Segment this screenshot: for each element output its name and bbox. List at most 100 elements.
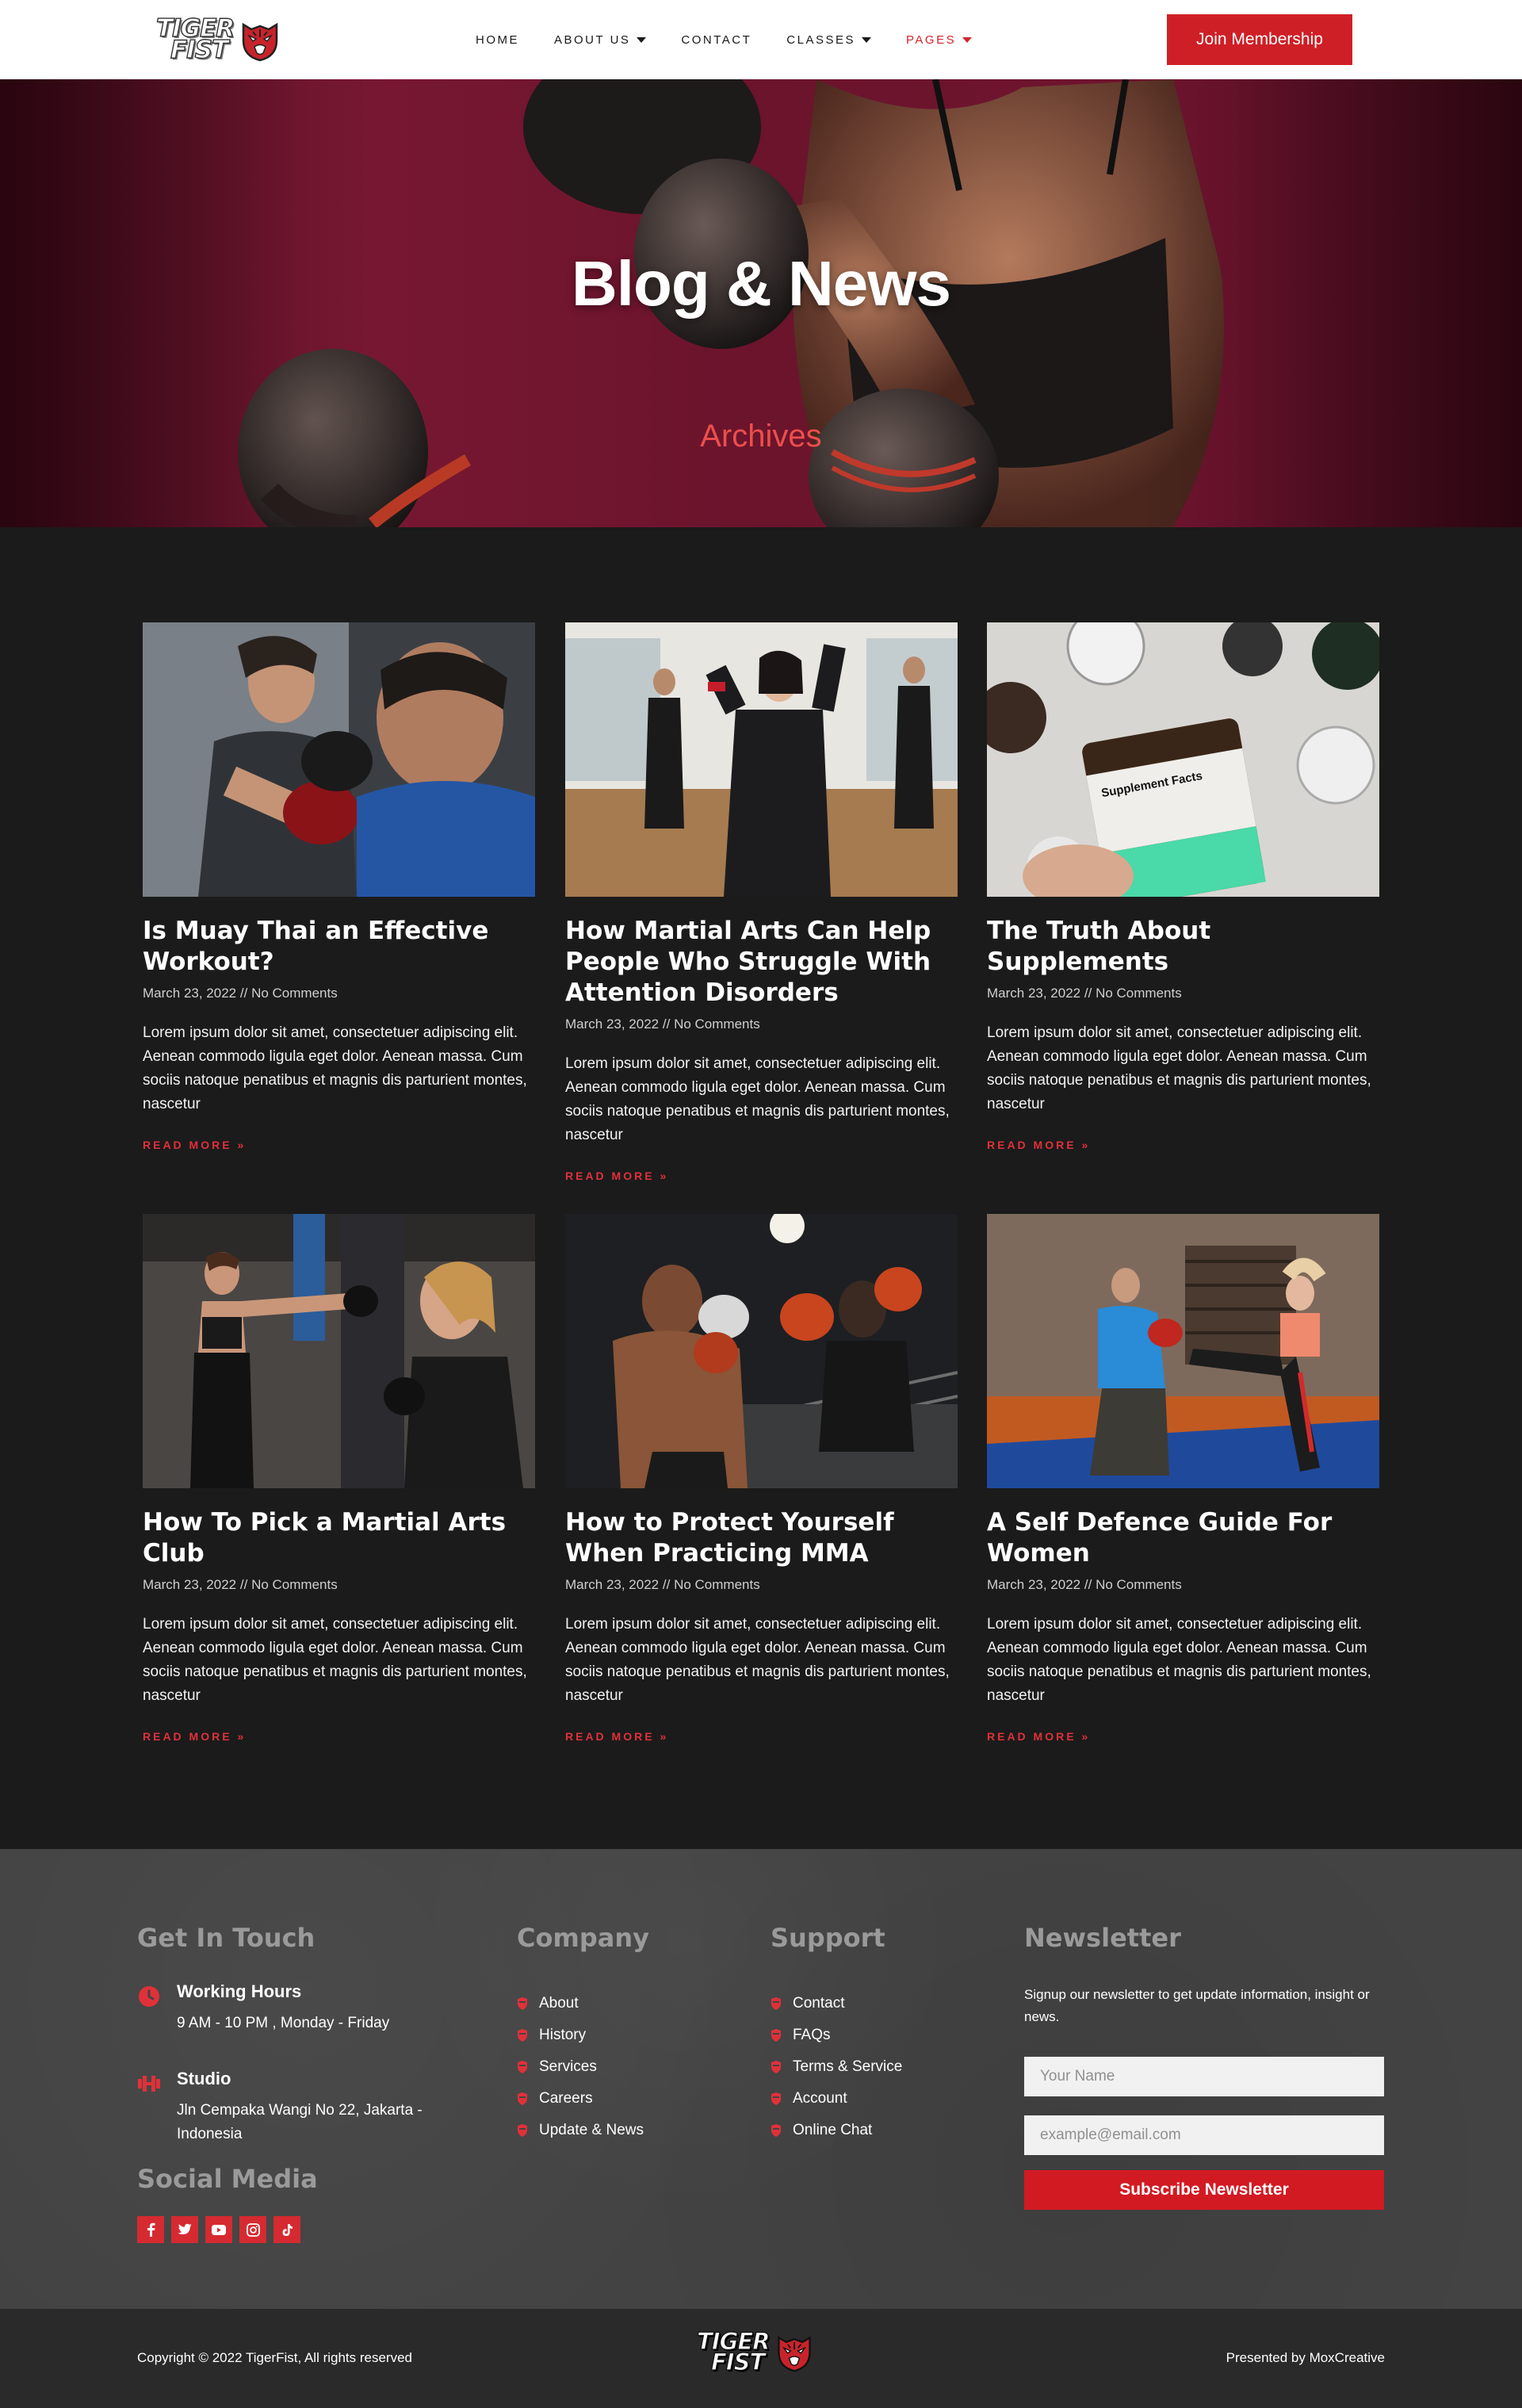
twitter-icon[interactable] [171,2216,198,2243]
post-excerpt: Lorem ipsum dolor sit amet, consectetuer… [987,1024,1371,1112]
info-title: Studio [177,2069,231,2088]
caret-down-icon [962,36,973,43]
clock-icon [139,1986,159,2007]
shield-bullet-icon [518,1997,527,2010]
shield-bullet-icon [771,2124,781,2137]
nav-classes[interactable]: CLASSES [786,33,871,47]
blog-card: How to Protect Yourself When Practicing … [565,1214,958,1744]
post-meta: March 23, 2022 // No Comments [143,986,338,1001]
blog-card: A Self Defence Guide For Women March 23,… [987,1214,1379,1744]
post-title[interactable]: The Truth About Supplements [987,916,1379,978]
nav-about-us[interactable]: ABOUT US [554,33,647,47]
post-title[interactable]: A Self Defence Guide For Women [987,1507,1379,1569]
post-thumbnail[interactable]: Supplement Facts [987,622,1379,897]
footer-heading: Support [771,1923,885,1953]
post-meta: March 23, 2022 // No Comments [565,1016,760,1032]
post-thumbnail[interactable] [565,622,958,897]
page-title: Blog & News [572,248,951,319]
post-title[interactable]: How to Protect Yourself When Practicing … [565,1507,958,1569]
footer-link-online-chat[interactable]: Online Chat [771,2115,902,2146]
footer-link-about[interactable]: About [517,1988,649,2019]
footer-link-history[interactable]: History [517,2019,649,2051]
working-hours: Working Hours 9 AM - 10 PM , Monday - Fr… [137,1981,446,2035]
tiktok-icon[interactable] [273,2216,300,2243]
post-title[interactable]: How To Pick a Martial Arts Club [143,1507,535,1569]
copyright-text: Copyright © 2022 TigerFist, All rights r… [137,2350,413,2365]
post-meta: March 23, 2022 // No Comments [565,1577,760,1592]
read-more-link[interactable]: READ MORE » [143,1730,246,1743]
footer-link-update-news[interactable]: Update & News [517,2115,649,2146]
post-thumbnail[interactable] [143,1214,535,1488]
muay-thai-photo [143,622,535,897]
shield-bullet-icon [518,2092,527,2105]
shield-bullet-icon [771,2029,781,2042]
join-membership-button[interactable]: Join Membership [1167,14,1352,65]
footer-heading: Get In Touch [137,1923,315,1953]
shield-bullet-icon [771,2092,781,2105]
footer-support: Support Contact FAQs Terms & Service Acc… [771,1923,902,2146]
footer-link-terms[interactable]: Terms & Service [771,2051,902,2083]
name-input[interactable] [1024,2057,1384,2096]
read-more-link[interactable]: READ MORE » [565,1730,668,1743]
read-more-link[interactable]: READ MORE » [987,1139,1090,1151]
post-excerpt: Lorem ipsum dolor sit amet, consectetuer… [143,1024,527,1112]
post-title[interactable]: Is Muay Thai an Effective Workout? [143,916,535,978]
supplements-photo: Supplement Facts [987,622,1379,897]
blog-card: How Martial Arts Can Help People Who Str… [565,622,958,1184]
shield-bullet-icon [518,2124,527,2137]
tiger-head-icon [242,22,278,62]
email-input[interactable] [1024,2115,1384,2155]
post-excerpt: Lorem ipsum dolor sit amet, consectetuer… [565,1055,950,1143]
info-text: 9 AM - 10 PM , Monday - Friday [177,2015,390,2031]
footer-link-careers[interactable]: Careers [517,2083,649,2115]
blog-grid: Is Muay Thai an Effective Workout? March… [0,527,1522,1849]
post-thumbnail[interactable] [143,622,535,897]
shield-bullet-icon [518,2029,527,2042]
logo-wordmark: TIGER FIST [696,2328,771,2375]
site-logo[interactable]: TIGER FIST [155,11,287,68]
post-excerpt: Lorem ipsum dolor sit amet, consectetuer… [143,1616,527,1704]
shield-bullet-icon [771,1997,781,2010]
post-thumbnail[interactable] [565,1214,958,1488]
footer-company: Company About History Services Careers U… [517,1923,649,2146]
subscribe-button[interactable]: Subscribe Newsletter [1024,2170,1384,2210]
site-footer: Get In Touch Working Hours 9 AM - 10 PM … [0,1849,1522,2309]
shield-bullet-icon [771,2061,781,2073]
footer-heading: Newsletter [1024,1923,1181,1953]
blog-card: Supplement Facts The Truth About Supplem… [987,622,1379,1153]
boxing-gym-photo [143,1214,535,1488]
youtube-icon[interactable] [205,2216,232,2243]
footer-link-services[interactable]: Services [517,2051,649,2083]
read-more-link[interactable]: READ MORE » [987,1730,1090,1743]
page-subtitle: Archives [700,419,822,454]
facebook-icon[interactable] [137,2216,164,2243]
footer-heading: Company [517,1923,649,1953]
footer-heading: Social Media [137,2164,318,2194]
nav-pages[interactable]: PAGES [906,33,973,47]
footer-link-contact[interactable]: Contact [771,1988,902,2019]
footer-link-account[interactable]: Account [771,2083,902,2115]
company-links: About History Services Careers Update & … [517,1988,649,2146]
presented-by-text: Presented by MoxCreative [1226,2350,1385,2365]
shield-bullet-icon [518,2061,527,2073]
nav-contact[interactable]: CONTACT [681,33,751,47]
footer-link-faqs[interactable]: FAQs [771,2019,902,2051]
post-thumbnail[interactable] [987,1214,1379,1488]
caret-down-icon [637,36,647,43]
info-text: Jln Cempaka Wangi No 22, Jakarta - Indon… [177,2102,423,2142]
info-title: Working Hours [177,1981,302,2001]
blog-card: How To Pick a Martial Arts Club March 23… [143,1214,535,1744]
read-more-link[interactable]: READ MORE » [143,1139,246,1151]
read-more-link[interactable]: READ MORE » [565,1170,668,1182]
newsletter-description: Signup our newsletter to get update info… [1024,1987,1370,2024]
logo-wordmark: TIGER FIST [155,14,235,64]
footer-bottom-bar: Copyright © 2022 TigerFist, All rights r… [0,2309,1522,2408]
support-links: Contact FAQs Terms & Service Account Onl… [771,1988,902,2146]
post-title[interactable]: How Martial Arts Can Help People Who Str… [565,916,958,1009]
instagram-icon[interactable] [239,2216,266,2243]
nav-home[interactable]: HOME [476,33,519,47]
post-meta: March 23, 2022 // No Comments [143,1577,338,1592]
martial-arts-class-photo [565,622,958,897]
footer-logo[interactable]: TIGER FIST [696,2328,816,2375]
self-defence-photo [987,1214,1379,1488]
